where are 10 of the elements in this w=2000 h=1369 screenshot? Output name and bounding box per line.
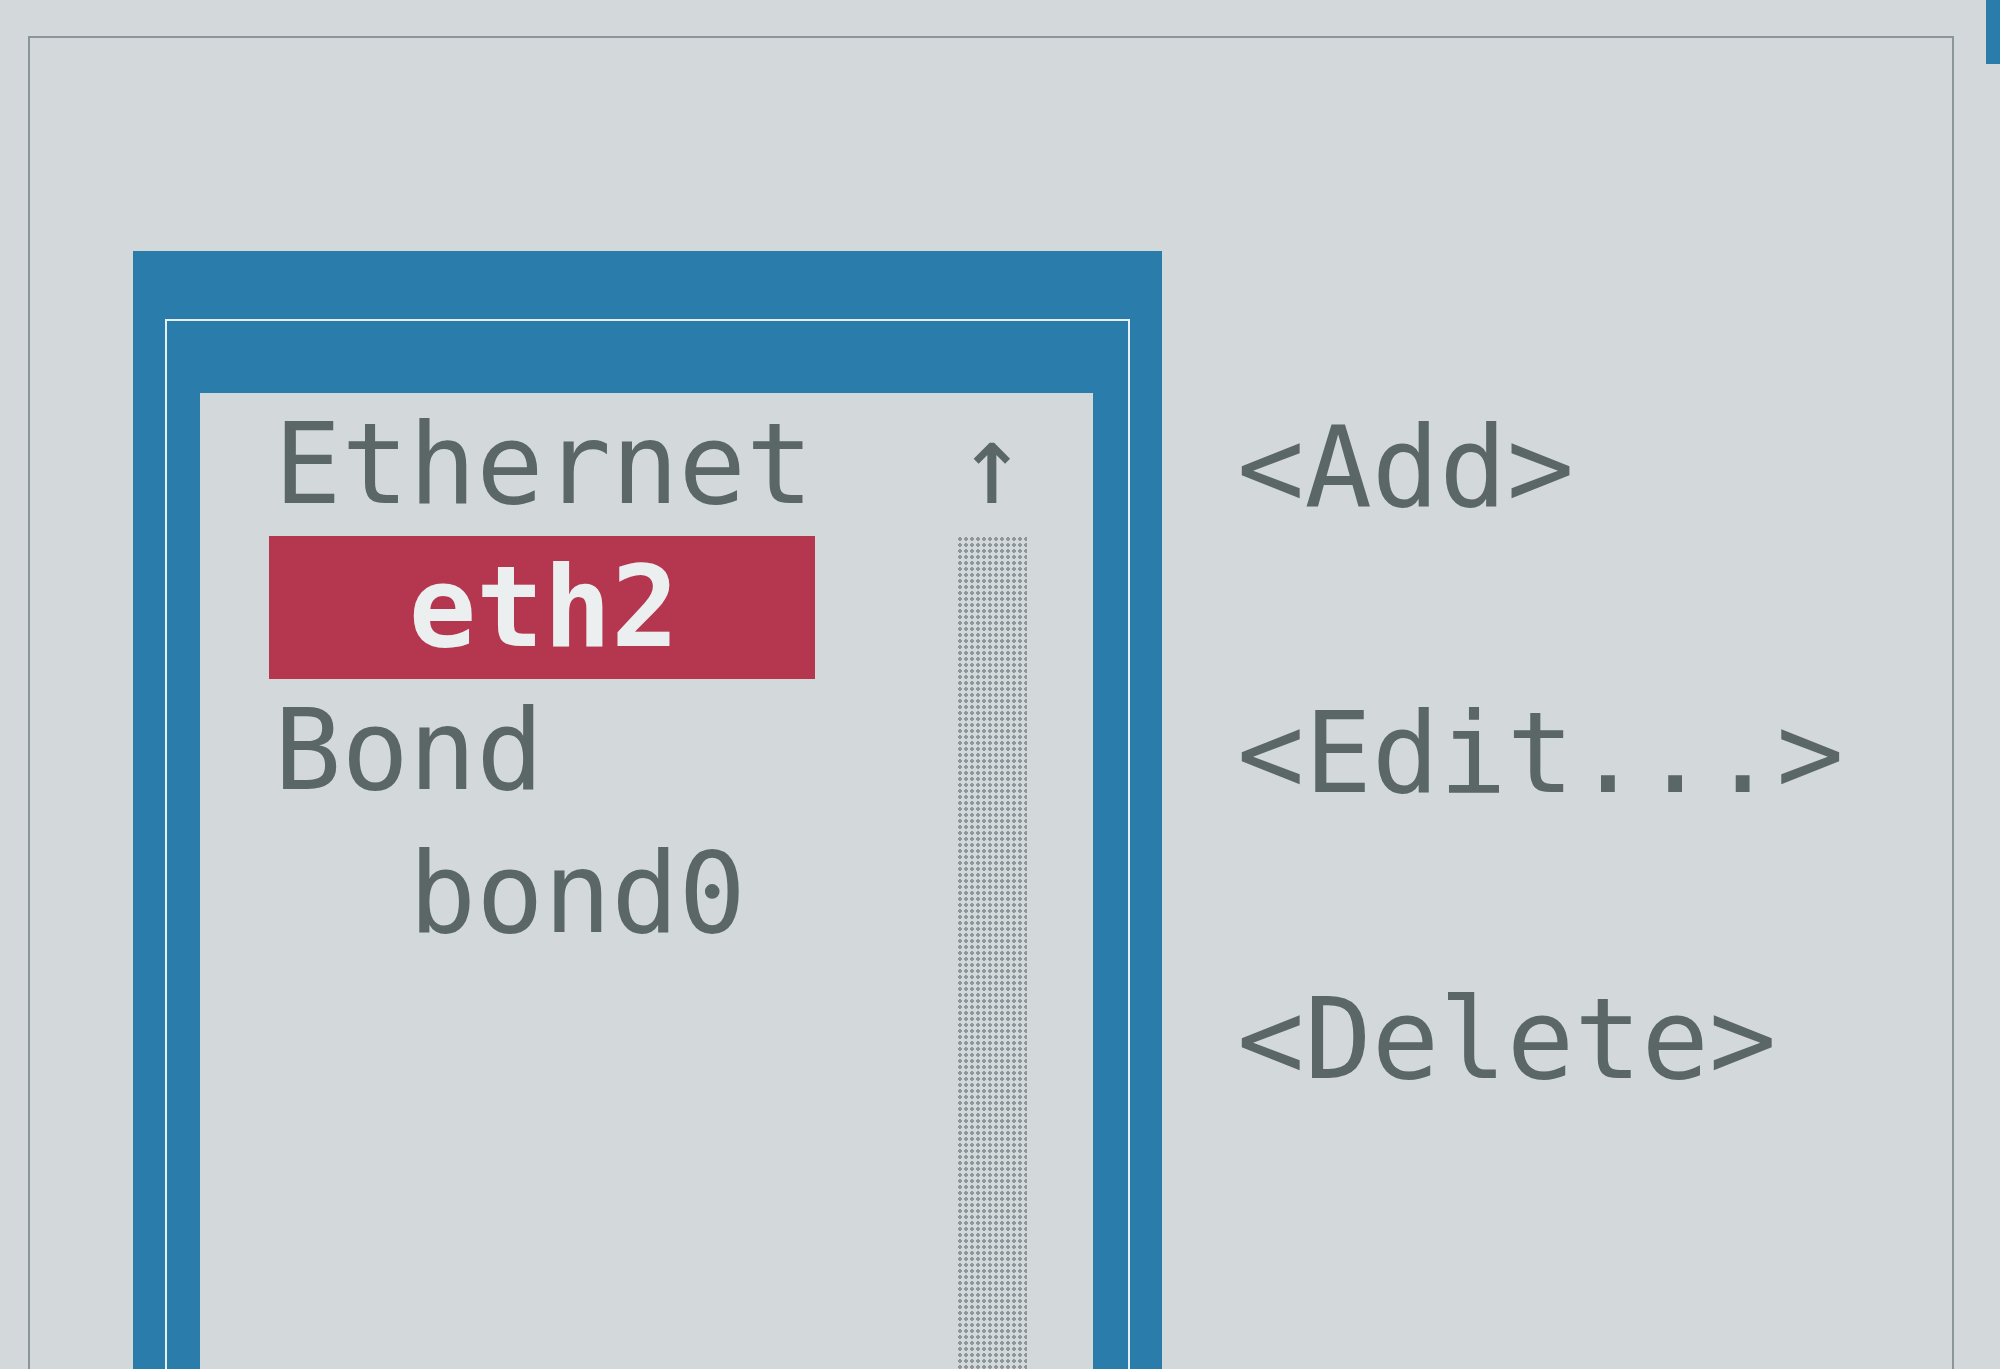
scrollbar-thumb[interactable] <box>1986 0 2000 64</box>
list-item[interactable]: bond0 <box>269 822 746 965</box>
list-group-label: Bond <box>273 684 544 817</box>
action-button[interactable]: <Delete> <box>1237 968 1844 1111</box>
scroll-up-arrow[interactable]: ↑ <box>957 393 1027 536</box>
list-item[interactable]: eth2 <box>269 536 816 679</box>
scrollbar-track[interactable] <box>957 536 1027 1369</box>
action-button[interactable]: <Add> <box>1237 396 1844 539</box>
action-button[interactable]: <Edit...> <box>1237 682 1844 825</box>
list-group-label: Ethernet <box>273 398 814 531</box>
